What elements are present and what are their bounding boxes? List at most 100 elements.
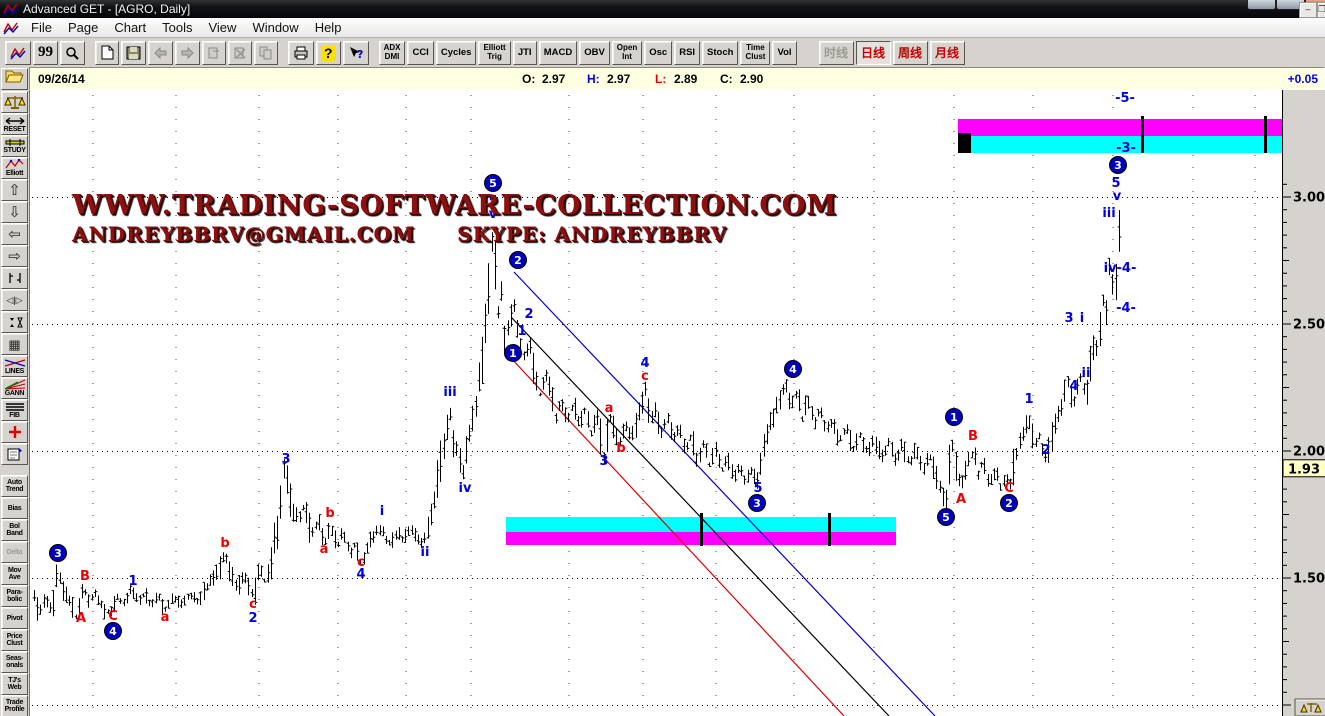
svg-text:c: c — [357, 555, 365, 570]
svg-text:4: 4 — [789, 363, 797, 376]
indicator-osc-button[interactable]: Osc — [644, 41, 672, 65]
menu-chart[interactable]: Chart — [106, 19, 154, 36]
sidebar-study-para-button[interactable]: Para-bolic — [1, 585, 28, 607]
open-chart-button[interactable] — [1, 68, 28, 90]
quotes-button[interactable]: 99 — [33, 41, 58, 65]
sidebar-arrow-up-button[interactable]: ⇧ — [1, 179, 28, 201]
sidebar-red-cross-button[interactable] — [1, 421, 28, 443]
sidebar-lines-cross-button[interactable]: LINES — [1, 355, 28, 377]
grid — [32, 95, 1282, 716]
period-日线-button[interactable]: 日线 — [856, 41, 891, 65]
svg-text:2: 2 — [1041, 443, 1050, 458]
mdi-restore-button[interactable]: ❐ — [1317, 2, 1325, 18]
sidebar-grid-button[interactable]: ▦ — [1, 333, 28, 355]
chart-document-icon[interactable] — [3, 21, 19, 35]
compress-bars-icon — [6, 272, 24, 284]
menu-window[interactable]: Window — [244, 19, 306, 36]
menu-view[interactable]: View — [200, 19, 244, 36]
price-axis[interactable]: 11.502.002.503.001.93 — [1283, 90, 1325, 716]
context-help-button[interactable]: ? — [343, 41, 369, 65]
chart-area: WWW.TRADING-SOFTWARE-COLLECTION.COM ANDR… — [29, 90, 1325, 716]
get-logo-button[interactable] — [5, 41, 31, 65]
indicator-elliott-button[interactable]: ElliottTrig — [478, 41, 510, 65]
sidebar-arrow-right-button[interactable]: ⇨ — [1, 245, 28, 267]
indicator-adx-button[interactable]: ADXDMI — [379, 41, 406, 65]
insert-page-button — [202, 41, 226, 65]
menu-page[interactable]: Page — [60, 19, 106, 36]
magnifier-button[interactable] — [60, 41, 85, 65]
sidebar-arrow-left-button[interactable]: ⇦ — [1, 223, 28, 245]
sidebar-fib-lines-button[interactable]: FIB — [1, 399, 28, 421]
grid-icon: ▦ — [8, 338, 20, 351]
indicator-vol-button[interactable]: Vol — [772, 41, 796, 65]
note-page-icon — [6, 447, 23, 462]
sidebar-study-bias-button[interactable]: Bias — [1, 497, 28, 519]
sidebar-study-bol-button[interactable]: BolBand — [1, 519, 28, 541]
sidebar-expand-bars-button[interactable]: ◁|▷ — [1, 289, 28, 311]
sidebar-study-price-button[interactable]: PriceClust — [1, 629, 28, 651]
menu-bar: FilePageChartToolsViewWindowHelp — [0, 18, 1325, 38]
menu-help[interactable]: Help — [307, 19, 350, 36]
menu-tools[interactable]: Tools — [154, 19, 200, 36]
svg-text:4: 4 — [109, 625, 117, 638]
sidebar-study-delta-button[interactable]: Delta — [1, 541, 28, 563]
svg-text:?: ? — [357, 48, 363, 60]
nav-forward-icon — [180, 46, 195, 60]
sidebar-study-bar-button[interactable]: STUDY — [1, 135, 28, 157]
delete-page-button — [228, 41, 252, 65]
svg-text:1: 1 — [128, 574, 137, 589]
svg-text:iv: iv — [459, 481, 472, 496]
sidebar-study-trade-button[interactable]: TradeProfile — [1, 695, 28, 716]
sidebar-note-page-button[interactable] — [1, 443, 28, 465]
period-月线-button[interactable]: 月线 — [930, 41, 965, 65]
indicator-stoch-button[interactable]: Stoch — [702, 41, 738, 65]
sidebar-elliott-zigzag-button[interactable]: Elliott — [1, 157, 28, 179]
sidebar-study-tjs-button[interactable]: TJ'sWeb — [1, 673, 28, 695]
indicator-cci-button[interactable]: CCI — [407, 41, 433, 65]
svg-text:iii: iii — [1102, 206, 1115, 221]
high-value: 2.97 — [607, 72, 630, 86]
indicator-obv-button[interactable]: OBV — [579, 41, 610, 65]
sidebar-arrow-down-button[interactable]: ⇩ — [1, 201, 28, 223]
indicator-time-button[interactable]: TimeClust — [740, 41, 770, 65]
sidebar-scales-button[interactable] — [1, 91, 28, 113]
svg-text:iii: iii — [443, 385, 456, 400]
quote-bar: 09/26/14 O: 2.97 H: 2.97 L: 2.89 C: 2.90… — [29, 67, 1325, 90]
sidebar-study-seas-button[interactable]: Seas-onals — [1, 651, 28, 673]
chart-canvas[interactable]: 5v214335iiiiviii412123iii4iiiv5iv-4--4--… — [30, 90, 1325, 716]
save-button[interactable] — [121, 41, 146, 65]
app-icon — [3, 2, 19, 16]
sidebar-squeeze-vertical-button[interactable] — [1, 311, 28, 333]
window-minimize-button[interactable] — [1247, 0, 1276, 10]
svg-text:2: 2 — [1005, 497, 1013, 510]
new-page-button[interactable] — [95, 41, 119, 65]
svg-text:5: 5 — [1111, 176, 1120, 191]
help-button[interactable]: ? — [316, 41, 341, 65]
sidebar-gann-fan-button[interactable]: GANN — [1, 377, 28, 399]
indicator-cycles-button[interactable]: Cycles — [436, 41, 477, 65]
axis-scale-button[interactable] — [1295, 699, 1325, 716]
svg-text:a: a — [605, 401, 614, 416]
indicator-rsi-button[interactable]: RSI — [674, 41, 700, 65]
sidebar-study-auto-button[interactable]: AutoTrend — [1, 475, 28, 497]
mdi-minimize-button[interactable]: – — [1299, 2, 1317, 18]
indicator-jti-button[interactable]: JTI — [513, 41, 537, 65]
svg-text:1: 1 — [509, 347, 517, 360]
indicator-macd-button[interactable]: MACD — [539, 41, 578, 65]
period-周线-button[interactable]: 周线 — [893, 41, 928, 65]
svg-text:-5-: -5- — [1115, 91, 1135, 106]
trend-lines[interactable] — [511, 272, 935, 716]
svg-text:i: i — [380, 504, 384, 519]
indicator-open-button[interactable]: OpenInt — [612, 41, 642, 65]
price-tag-value: 1.93 — [1288, 462, 1320, 477]
low-value: 2.89 — [674, 72, 697, 86]
sidebar-compress-bars-button[interactable] — [1, 267, 28, 289]
menu-file[interactable]: File — [23, 19, 60, 36]
printer-button[interactable] — [288, 41, 314, 65]
svg-text:2.50: 2.50 — [1293, 318, 1325, 333]
sidebar-study-pivot-button[interactable]: Pivot — [1, 607, 28, 629]
svg-text:2.00: 2.00 — [1293, 445, 1325, 460]
nav-forward-button — [175, 41, 200, 65]
sidebar-reset-arrows-button[interactable]: RESET — [1, 113, 28, 135]
sidebar-study-mov-button[interactable]: MovAve — [1, 563, 28, 585]
